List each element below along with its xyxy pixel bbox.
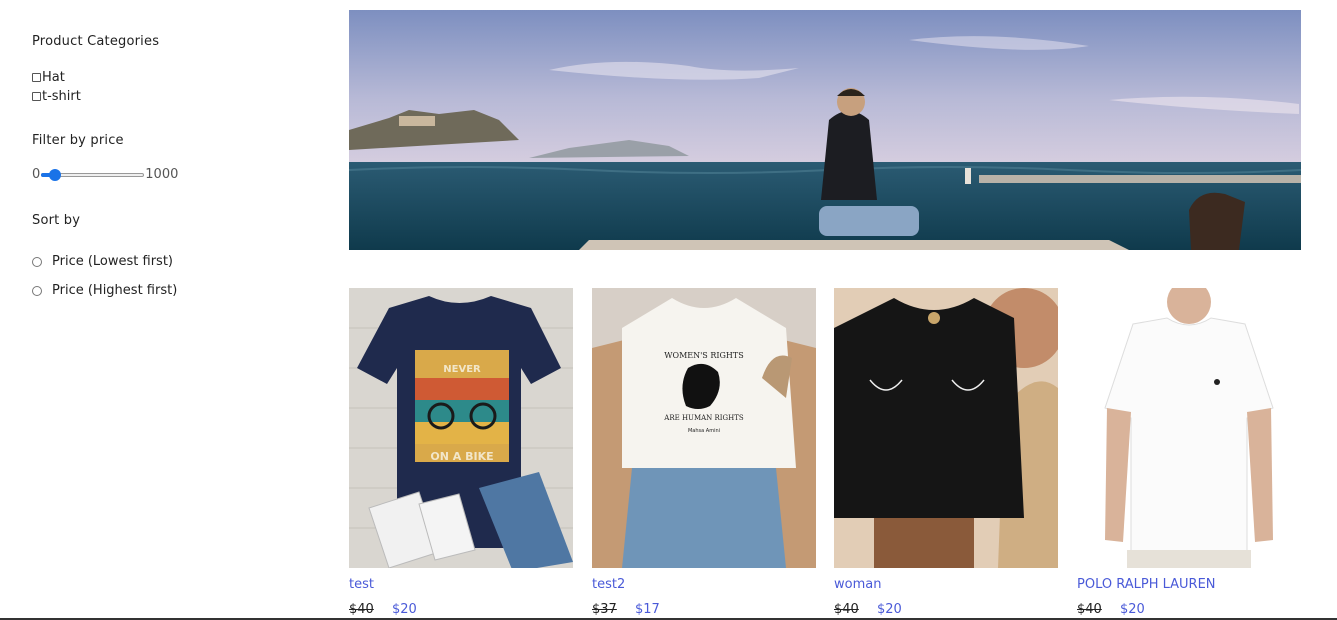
price-filter-title: Filter by price [32, 133, 124, 148]
product-prices: $40 $20 [834, 602, 902, 617]
product-card[interactable]: NEVER ON A BIKE test $40 $20 [349, 288, 573, 617]
product-prices: $40 $20 [1077, 602, 1145, 617]
price-slider[interactable] [41, 168, 145, 182]
white-womens-rights-tshirt-image: WOMEN'S RIGHTS ARE HUMAN RIGHTS Mahsa Am… [592, 288, 816, 568]
old-price: $40 [349, 602, 374, 617]
product-prices: $40 $20 [349, 602, 417, 617]
old-price: $37 [592, 602, 617, 617]
product-name[interactable]: POLO RALPH LAUREN [1077, 577, 1216, 592]
sale-price: $20 [391, 602, 417, 617]
sort-option-lowest[interactable]: Price (Lowest first) [32, 247, 177, 276]
price-max-label: 1000 [145, 167, 179, 182]
product-image[interactable]: NEVER ON A BIKE [349, 288, 573, 568]
white-polo-tshirt-image [1077, 288, 1301, 568]
sort-options: Price (Lowest first) Price (Highest firs… [32, 247, 177, 305]
sort-option-label: Price (Lowest first) [52, 254, 173, 269]
category-list: Hat t-shirt [32, 68, 81, 106]
sale-price: $20 [876, 602, 902, 617]
price-filter: 0 1000 [32, 167, 178, 182]
hat-checkbox[interactable] [32, 73, 41, 82]
sort-title: Sort by [32, 213, 81, 228]
old-price: $40 [1077, 602, 1102, 617]
navy-bike-tshirt-image: NEVER ON A BIKE [349, 288, 573, 568]
sale-price: $17 [634, 602, 660, 617]
svg-text:NEVER: NEVER [443, 364, 481, 375]
old-price: $40 [834, 602, 859, 617]
product-card[interactable]: POLO RALPH LAUREN $40 $20 [1077, 288, 1301, 617]
category-label: t-shirt [42, 89, 81, 104]
product-name[interactable]: test2 [592, 577, 625, 592]
product-card[interactable]: woman $40 $20 [834, 288, 1058, 617]
slider-thumb[interactable] [48, 168, 61, 181]
categories-title: Product Categories [32, 34, 160, 49]
product-image[interactable] [834, 288, 1058, 568]
category-item-hat[interactable]: Hat [32, 68, 81, 87]
product-prices: $37 $17 [592, 602, 660, 617]
hero-banner [349, 10, 1301, 250]
sort-option-label: Price (Highest first) [52, 283, 178, 298]
category-item-tshirt[interactable]: t-shirt [32, 87, 81, 106]
product-image[interactable] [1077, 288, 1301, 568]
svg-text:Mahsa Amini: Mahsa Amini [688, 428, 720, 434]
product-image[interactable]: WOMEN'S RIGHTS ARE HUMAN RIGHTS Mahsa Am… [592, 288, 816, 568]
price-min-label: 0 [32, 167, 41, 182]
radio-highest[interactable] [32, 285, 42, 296]
sea-photo [349, 10, 1301, 250]
radio-lowest[interactable] [32, 256, 42, 267]
svg-text:WOMEN'S RIGHTS: WOMEN'S RIGHTS [664, 351, 743, 360]
category-label: Hat [42, 70, 65, 85]
tshirt-checkbox[interactable] [32, 92, 41, 101]
black-tshirt-model-image [834, 288, 1058, 568]
svg-text:ARE HUMAN RIGHTS: ARE HUMAN RIGHTS [663, 414, 744, 422]
product-name[interactable]: test [349, 577, 374, 592]
sale-price: $20 [1119, 602, 1145, 617]
product-name[interactable]: woman [834, 577, 881, 592]
sort-option-highest[interactable]: Price (Highest first) [32, 276, 177, 305]
product-card[interactable]: WOMEN'S RIGHTS ARE HUMAN RIGHTS Mahsa Am… [592, 288, 816, 617]
svg-text:ON A BIKE: ON A BIKE [430, 450, 493, 463]
